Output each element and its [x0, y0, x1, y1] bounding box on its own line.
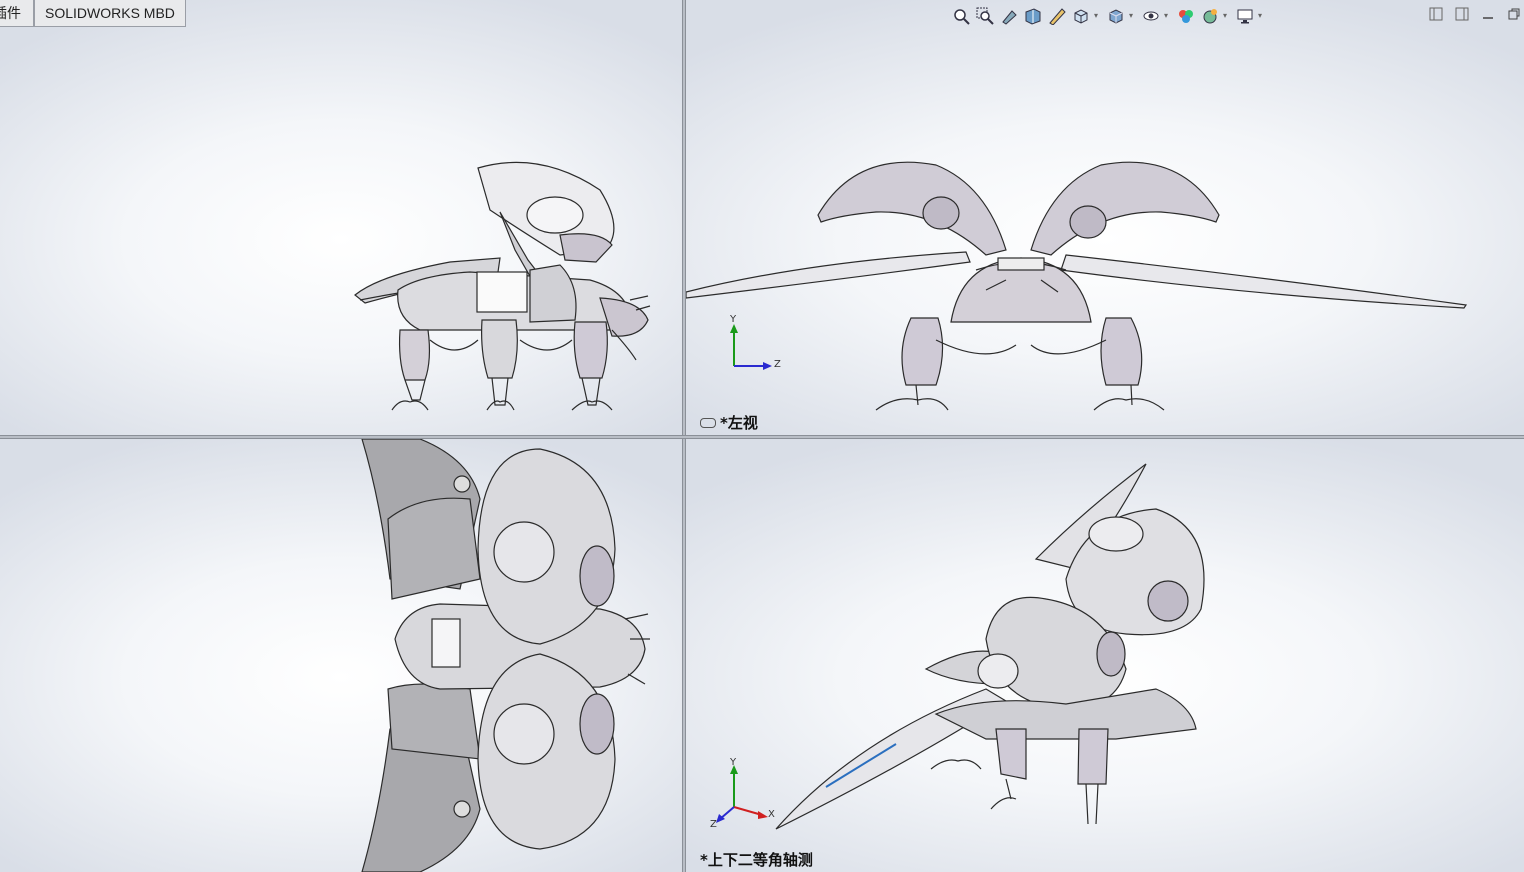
- triad-y-label: Y: [730, 314, 737, 325]
- bee-model-dimetric-view: [775, 463, 1205, 830]
- restore-icon[interactable]: [1506, 6, 1522, 22]
- apply-scene-icon[interactable]: [1199, 5, 1221, 27]
- heads-up-view-toolbar: ▾ ▾ ▾ ▾ ▾: [950, 4, 1267, 28]
- edit-appearance-icon[interactable]: [1175, 5, 1197, 27]
- chevron-down-icon[interactable]: ▾: [1223, 5, 1232, 27]
- triad-y-label: Y: [730, 757, 737, 768]
- dynamic-annotation-icon[interactable]: [1046, 5, 1068, 27]
- display-style-icon[interactable]: [1105, 5, 1127, 27]
- link-icon: [700, 417, 716, 428]
- chevron-down-icon[interactable]: ▾: [1094, 5, 1103, 27]
- tab-solidworks-mbd[interactable]: SOLIDWORKS MBD: [34, 0, 186, 27]
- previous-view-icon[interactable]: [998, 5, 1020, 27]
- viewport-top-view[interactable]: [0, 439, 682, 872]
- command-manager-tabs: 插件 SOLIDWORKS MBD: [0, 0, 186, 28]
- triad-z-label: Z: [710, 819, 717, 830]
- view-name-text: *上下二等角轴测: [700, 851, 813, 869]
- view-name-label: *左视: [700, 412, 758, 433]
- triad-x-label: X: [768, 809, 775, 820]
- view-name-text: *左视: [720, 414, 758, 432]
- view-orientation-icon[interactable]: [1070, 5, 1092, 27]
- link-views-right-icon[interactable]: [1454, 6, 1470, 22]
- view-name-label: *上下二等角轴测: [700, 849, 813, 870]
- coordinate-triad: Y X Z: [708, 757, 778, 831]
- bee-model-top-view: [361, 439, 650, 872]
- viewport-window-controls: [1428, 6, 1522, 22]
- link-views-left-icon[interactable]: [1428, 6, 1444, 22]
- minimize-icon[interactable]: [1480, 6, 1496, 22]
- hide-show-items-icon[interactable]: [1140, 5, 1162, 27]
- chevron-down-icon[interactable]: ▾: [1258, 5, 1267, 27]
- viewport-left-view[interactable]: ▾ ▾ ▾ ▾ ▾ Y Z *左视: [686, 0, 1524, 435]
- bee-model-left-view: [686, 161, 1468, 411]
- viewport-front[interactable]: 插件 SOLIDWORKS MBD: [0, 0, 682, 435]
- coordinate-triad: Y Z: [722, 314, 792, 378]
- chevron-down-icon[interactable]: ▾: [1164, 5, 1173, 27]
- chevron-down-icon[interactable]: ▾: [1129, 5, 1138, 27]
- bee-model-front-view: [354, 161, 651, 411]
- triad-z-label: Z: [774, 359, 781, 370]
- zoom-to-fit-icon[interactable]: [950, 5, 972, 27]
- zoom-to-area-icon[interactable]: [974, 5, 996, 27]
- tab-addins[interactable]: 插件: [0, 0, 34, 27]
- viewport-splitter-horizontal[interactable]: [0, 435, 1524, 439]
- viewport-dimetric-view[interactable]: Y X Z *上下二等角轴测: [686, 439, 1524, 872]
- section-view-icon[interactable]: [1022, 5, 1044, 27]
- view-settings-icon[interactable]: [1234, 5, 1256, 27]
